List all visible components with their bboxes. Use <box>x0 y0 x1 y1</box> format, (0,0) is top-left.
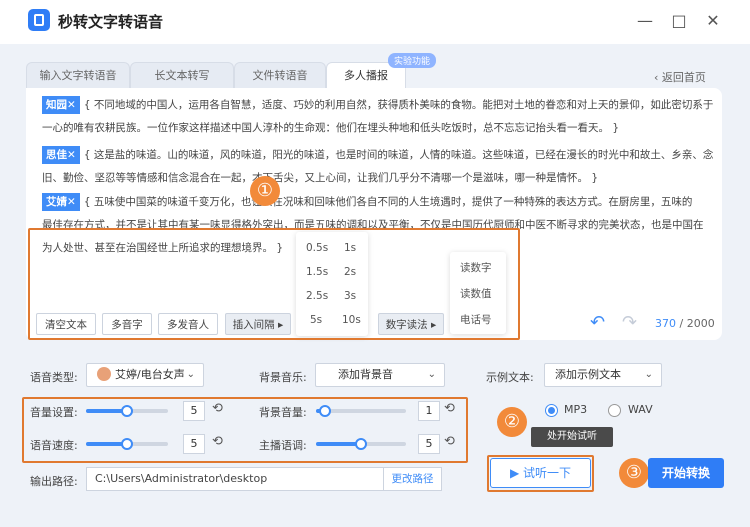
slider-handle[interactable] <box>121 438 133 450</box>
slider-handle[interactable] <box>121 405 133 417</box>
callout-badge-1: ① <box>250 176 280 206</box>
char-counter: 370 / 2000 <box>655 317 715 330</box>
speed-slider[interactable] <box>86 438 168 450</box>
volume-label: 音量设置: <box>30 406 78 419</box>
chevron-down-icon: ⌄ <box>427 369 436 380</box>
undo-icon[interactable]: ↶ <box>590 312 605 333</box>
bg-volume-label: 背景音量: <box>259 406 307 419</box>
wav-radio[interactable] <box>608 404 621 417</box>
bg-volume-slider[interactable] <box>316 405 406 417</box>
paragraph-line: { 五味使中国菜的味道千变万化，也让人在况味和回味他们各自不同的人生境遇时，提供… <box>83 196 693 208</box>
sample-value: 添加示例文本 <box>555 368 621 381</box>
pitch-slider[interactable] <box>316 438 406 450</box>
slider-handle[interactable] <box>319 405 331 417</box>
tab-long-text[interactable]: 长文本转写 <box>130 62 234 88</box>
change-path-button[interactable]: 更改路径 <box>384 467 442 491</box>
paragraph-line: { 不同地域的中国人，运用各自智慧，适度、巧妙的利用自然，获得质朴美味的食物。能… <box>83 99 714 111</box>
mp3-radio[interactable] <box>545 404 558 417</box>
restore-icon[interactable]: □ <box>670 12 688 30</box>
paragraph-1: 知园✕{ 不同地域的中国人，运用各自智慧，适度、巧妙的利用自然，获得质朴美味的食… <box>42 94 716 140</box>
reset-icon[interactable]: ⟲ <box>444 434 455 449</box>
tab-file[interactable]: 文件转语音 <box>234 62 326 88</box>
sample-text-select[interactable]: 添加示例文本 ⌄ <box>544 363 662 387</box>
callout-badge-2: ② <box>497 407 527 437</box>
title-bar: 秒转文字转语音 — □ ✕ <box>0 0 750 44</box>
chevron-down-icon: ⌄ <box>186 369 195 380</box>
sample-text-label: 示例文本: <box>486 371 534 384</box>
bgm-label: 背景音乐: <box>259 371 307 384</box>
redo-icon[interactable]: ↷ <box>622 312 637 333</box>
close-icon[interactable]: ✕ <box>704 12 722 30</box>
speed-value[interactable]: 5 <box>183 434 205 454</box>
start-convert-button[interactable]: 开始转换 <box>648 458 724 488</box>
bgm-value: 添加背景音 <box>338 368 393 381</box>
minimize-icon[interactable]: — <box>636 12 654 30</box>
voice-avatar <box>97 367 111 381</box>
paragraph-line: { 这是盐的味道。山的味道，风的味道，阳光的味道，也是时间的味道，人情的味道。这… <box>83 149 714 161</box>
speed-label: 语音速度: <box>30 439 78 452</box>
app-logo-icon <box>28 9 50 31</box>
voice-type-label: 语音类型: <box>30 371 78 384</box>
volume-value[interactable]: 5 <box>183 401 205 421</box>
reset-icon[interactable]: ⟲ <box>212 434 223 449</box>
reset-icon[interactable]: ⟲ <box>444 401 455 416</box>
listen-button[interactable]: ▶ 试听一下 <box>490 458 591 488</box>
callout-badge-3: ③ <box>619 458 649 488</box>
pitch-label: 主播语调: <box>259 439 307 452</box>
speaker-tag[interactable]: 艾婧✕ <box>42 193 80 211</box>
bg-volume-value[interactable]: 1 <box>418 401 440 421</box>
app-title: 秒转文字转语音 <box>58 13 164 31</box>
paragraph-2: 思佳✕{ 这是盐的味道。山的味道，风的味道，阳光的味道，也是时间的味道，人情的味… <box>42 144 716 190</box>
chevron-down-icon: ⌄ <box>644 369 653 380</box>
back-home-link[interactable]: ‹ 返回首页 <box>654 69 706 85</box>
pitch-value[interactable]: 5 <box>418 434 440 454</box>
voice-type-select[interactable]: 艾婷/电台女声 ⌄ <box>86 363 204 387</box>
wav-label: WAV <box>628 403 653 416</box>
char-count: 370 <box>655 317 676 330</box>
output-path-field[interactable]: C:\Users\Administrator\desktop <box>86 467 384 491</box>
mp3-label: MP3 <box>564 403 588 416</box>
experimental-badge: 实验功能 <box>388 53 437 68</box>
paragraph-line: 一心的唯有农耕民族。一位作家这样描述中国人淳朴的生命观：他们在埋头种地和低头吃饭… <box>42 122 620 134</box>
bgm-select[interactable]: 添加背景音 ⌄ <box>315 363 445 387</box>
tab-input-text[interactable]: 输入文字转语音 <box>26 62 130 88</box>
slider-handle[interactable] <box>355 438 367 450</box>
voice-value: 艾婷/电台女声 <box>115 368 185 381</box>
volume-slider[interactable] <box>86 405 168 417</box>
back-label: 返回首页 <box>661 71 706 84</box>
listen-tooltip: 处开始试听 <box>531 427 613 447</box>
reset-icon[interactable]: ⟲ <box>212 401 223 416</box>
callout-box-settings <box>22 397 468 463</box>
app-window: 秒转文字转语音 — □ ✕ 输入文字转语音 长文本转写 文件转语音 多人播报 实… <box>0 0 750 527</box>
speaker-tag[interactable]: 知园✕ <box>42 96 80 114</box>
paragraph-line: 旧、勤俭、坚忍等等情感和信念混合在一起，才下舌尖，又上心间，让我们几乎分不清哪一… <box>42 172 599 184</box>
speaker-tag[interactable]: 思佳✕ <box>42 146 80 164</box>
callout-box-1 <box>28 228 520 340</box>
char-max: / 2000 <box>679 317 715 330</box>
output-path-label: 输出路径: <box>30 475 78 488</box>
